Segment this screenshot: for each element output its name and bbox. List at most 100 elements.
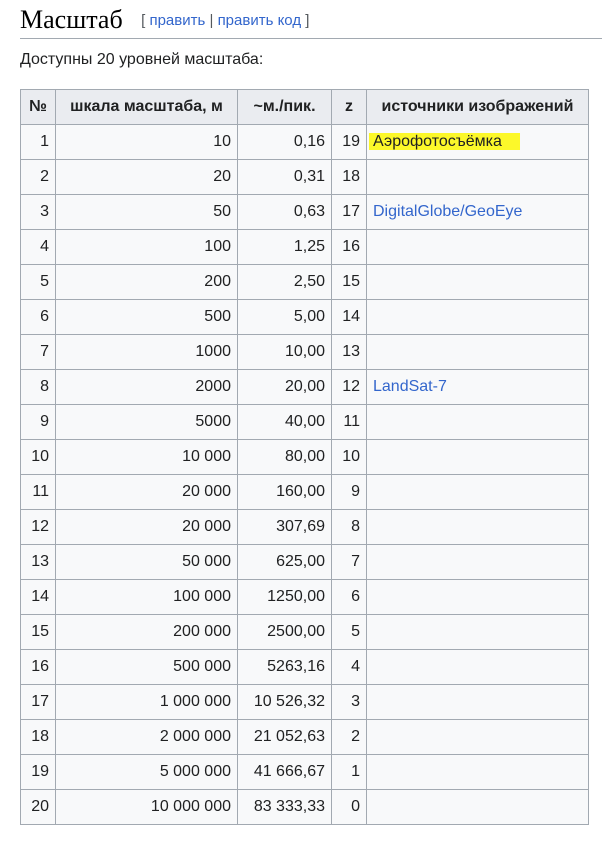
zoom-levels-table: № шкала масштаба, м ~м./пик. z источники… — [20, 89, 589, 825]
cell-image-source — [366, 509, 589, 545]
cell-image-source — [366, 614, 589, 650]
table-row: 3 50 0,63 17 DigitalGlobe/GeoEye — [20, 194, 589, 230]
table-row: 19 5 000 000 41 666,67 1 — [20, 754, 589, 790]
table-row: 12 20 000 307,69 8 — [20, 509, 589, 545]
table-row: 10 10 000 80,00 10 — [20, 439, 589, 475]
table-row: 6 500 5,00 14 — [20, 299, 589, 335]
cell-meters-per-pixel: 307,69 — [237, 509, 332, 545]
cell-image-source — [366, 719, 589, 755]
cell-meters-per-pixel: 10,00 — [237, 334, 332, 370]
cell-image-source: DigitalGlobe/GeoEye — [366, 194, 589, 230]
cell-meters-per-pixel: 83 333,33 — [237, 789, 332, 825]
image-source-link[interactable]: Аэрофотосъёмка — [373, 133, 502, 150]
table-row: 11 20 000 160,00 9 — [20, 474, 589, 510]
cell-scale: 10 000 — [55, 439, 238, 475]
table-row: 20 10 000 000 83 333,33 0 — [20, 789, 589, 825]
cell-number: 18 — [20, 719, 56, 755]
table-row: 2 20 0,31 18 — [20, 159, 589, 195]
cell-image-source — [366, 544, 589, 580]
cell-z: 11 — [331, 404, 367, 440]
cell-meters-per-pixel: 0,16 — [237, 124, 332, 160]
cell-meters-per-pixel: 1250,00 — [237, 579, 332, 615]
cell-number: 15 — [20, 614, 56, 650]
cell-z: 9 — [331, 474, 367, 510]
section-title: Масштаб — [20, 5, 123, 34]
intro-text: Доступны 20 уровней масштаба: — [20, 51, 264, 68]
cell-image-source — [366, 579, 589, 615]
cell-z: 15 — [331, 264, 367, 300]
cell-scale: 2 000 000 — [55, 719, 238, 755]
header-scale: шкала масштаба, м — [55, 89, 238, 125]
cell-image-source — [366, 299, 589, 335]
cell-image-source — [366, 159, 589, 195]
cell-number: 4 — [20, 229, 56, 265]
cell-image-source — [366, 334, 589, 370]
cell-z: 3 — [331, 684, 367, 720]
header-meters-per-pixel: ~м./пик. — [237, 89, 332, 125]
image-source-link[interactable]: DigitalGlobe/GeoEye — [373, 203, 522, 220]
cell-z: 14 — [331, 299, 367, 335]
table-row: 16 500 000 5263,16 4 — [20, 649, 589, 685]
cell-meters-per-pixel: 20,00 — [237, 369, 332, 405]
cell-meters-per-pixel: 625,00 — [237, 544, 332, 580]
table-row: 4 100 1,25 16 — [20, 229, 589, 265]
header-image-sources: источники изображений — [366, 89, 589, 125]
cell-scale: 200 000 — [55, 614, 238, 650]
cell-z: 5 — [331, 614, 367, 650]
section-heading: Масштаб [ править | править код ] — [20, 4, 602, 39]
cell-number: 20 — [20, 789, 56, 825]
cell-z: 18 — [331, 159, 367, 195]
edit-bracket-close: ] — [305, 12, 310, 29]
cell-number: 17 — [20, 684, 56, 720]
cell-z: 1 — [331, 754, 367, 790]
cell-number: 14 — [20, 579, 56, 615]
cell-image-source — [366, 684, 589, 720]
cell-scale: 1 000 000 — [55, 684, 238, 720]
cell-scale: 100 000 — [55, 579, 238, 615]
cell-number: 5 — [20, 264, 56, 300]
cell-scale: 1000 — [55, 334, 238, 370]
cell-meters-per-pixel: 1,25 — [237, 229, 332, 265]
cell-number: 16 — [20, 649, 56, 685]
cell-scale: 50 — [55, 194, 238, 230]
table-row: 5 200 2,50 15 — [20, 264, 589, 300]
header-z: z — [331, 89, 367, 125]
cell-meters-per-pixel: 2500,00 — [237, 614, 332, 650]
cell-image-source — [366, 404, 589, 440]
cell-scale: 10 000 000 — [55, 789, 238, 825]
table-row: 7 1000 10,00 13 — [20, 334, 589, 370]
cell-z: 7 — [331, 544, 367, 580]
table-row: 15 200 000 2500,00 5 — [20, 614, 589, 650]
edit-bracket-open: [ — [141, 12, 146, 29]
table-row: 14 100 000 1250,00 6 — [20, 579, 589, 615]
cell-z: 13 — [331, 334, 367, 370]
table-row: 18 2 000 000 21 052,63 2 — [20, 719, 589, 755]
cell-number: 6 — [20, 299, 56, 335]
cell-scale: 500 — [55, 299, 238, 335]
cell-meters-per-pixel: 2,50 — [237, 264, 332, 300]
cell-scale: 20 000 — [55, 509, 238, 545]
header-number: № — [20, 89, 56, 125]
cell-meters-per-pixel: 5263,16 — [237, 649, 332, 685]
cell-number: 11 — [20, 474, 56, 510]
edit-link[interactable]: править — [149, 12, 205, 29]
cell-meters-per-pixel: 0,31 — [237, 159, 332, 195]
cell-image-source — [366, 649, 589, 685]
table-row: 8 2000 20,00 12 LandSat-7 — [20, 369, 589, 405]
cell-image-source: LandSat-7 — [366, 369, 589, 405]
table-row: 13 50 000 625,00 7 — [20, 544, 589, 580]
image-source-link[interactable]: LandSat-7 — [373, 378, 447, 395]
edit-code-link[interactable]: править код — [218, 12, 302, 29]
table-body: 1 10 0,16 19 Аэрофотосъёмка 2 20 0,31 18 3 50 0,63 1… — [20, 124, 589, 825]
cell-image-source — [366, 229, 589, 265]
cell-z: 4 — [331, 649, 367, 685]
cell-meters-per-pixel: 0,63 — [237, 194, 332, 230]
table-row: 17 1 000 000 10 526,32 3 — [20, 684, 589, 720]
cell-scale: 10 — [55, 124, 238, 160]
cell-meters-per-pixel: 40,00 — [237, 404, 332, 440]
table-row: 9 5000 40,00 11 — [20, 404, 589, 440]
cell-z: 16 — [331, 229, 367, 265]
cell-image-source — [366, 789, 589, 825]
cell-image-source — [366, 264, 589, 300]
cell-scale: 20 000 — [55, 474, 238, 510]
